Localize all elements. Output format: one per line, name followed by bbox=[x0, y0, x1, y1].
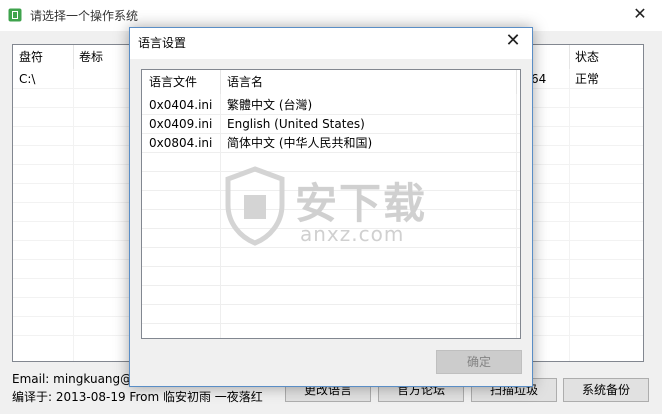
grid-line bbox=[516, 94, 517, 338]
language-row[interactable]: 0x0404.ini 繁體中文 (台灣) bbox=[142, 96, 520, 115]
app-icon bbox=[8, 8, 22, 22]
column-header-status[interactable]: 状态 bbox=[575, 45, 599, 69]
grid-line bbox=[73, 69, 74, 361]
grid-line bbox=[142, 323, 520, 324]
language-row[interactable]: 0x0409.ini English (United States) bbox=[142, 115, 520, 134]
column-header-language-name[interactable]: 语言名 bbox=[227, 70, 263, 94]
language-file-cell: 0x0404.ini bbox=[149, 98, 213, 112]
grid-line bbox=[569, 69, 570, 361]
column-separator[interactable] bbox=[569, 45, 570, 69]
window-close-icon[interactable]: ✕ bbox=[630, 4, 650, 24]
dialog-close-icon[interactable]: ✕ bbox=[502, 30, 524, 52]
watermark-shield-icon bbox=[225, 166, 285, 246]
grid-line bbox=[142, 266, 520, 267]
email-text: Email: mingkuang@li bbox=[12, 372, 139, 386]
grid-line bbox=[220, 94, 221, 338]
language-name-cell: 简体中文 (中华人民共和国) bbox=[227, 136, 373, 150]
size-cell[interactable]: 64 bbox=[531, 69, 546, 89]
ok-button[interactable]: 确定 bbox=[436, 350, 522, 374]
grid-line bbox=[142, 247, 520, 248]
grid-line bbox=[142, 114, 520, 115]
grid-line bbox=[142, 304, 520, 305]
dialog-title: 语言设置 bbox=[138, 36, 187, 50]
language-name-cell: English (United States) bbox=[227, 117, 365, 131]
language-name-cell: 繁體中文 (台灣) bbox=[227, 98, 313, 112]
compiled-text: 编译于: 2013-08-19 From 临安初雨 一夜落红 bbox=[12, 390, 263, 404]
column-header-language-file[interactable]: 语言文件 bbox=[149, 70, 197, 94]
language-row[interactable]: 0x0804.ini 简体中文 (中华人民共和国) bbox=[142, 134, 520, 153]
status-cell[interactable]: 正常 bbox=[575, 69, 599, 89]
column-separator[interactable] bbox=[220, 70, 221, 94]
watermark-en: anxz.com bbox=[300, 222, 405, 246]
language-file-cell: 0x0804.ini bbox=[149, 136, 213, 150]
language-file-cell: 0x0409.ini bbox=[149, 117, 213, 131]
grid-line bbox=[142, 152, 520, 153]
window-title: 请选择一个操作系统 bbox=[30, 9, 139, 23]
system-backup-button[interactable]: 系统备份 bbox=[563, 378, 649, 402]
column-separator[interactable] bbox=[516, 70, 517, 94]
column-header-label[interactable]: 卷标 bbox=[79, 45, 103, 69]
column-header-drive[interactable]: 盘符 bbox=[19, 45, 43, 69]
column-separator[interactable] bbox=[73, 45, 74, 69]
grid-line bbox=[142, 133, 520, 134]
grid-line bbox=[142, 285, 520, 286]
drive-cell[interactable]: C:\ bbox=[19, 69, 35, 89]
